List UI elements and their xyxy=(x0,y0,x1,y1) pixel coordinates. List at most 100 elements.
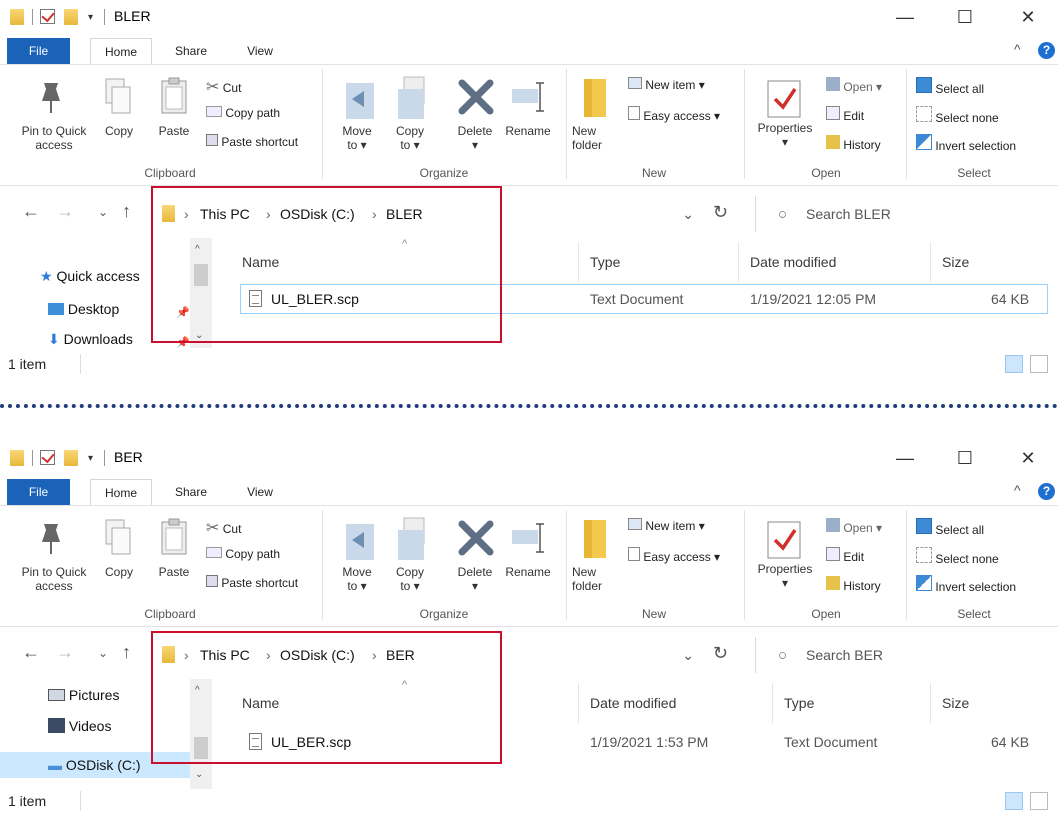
properties-quick-icon[interactable] xyxy=(40,450,55,465)
help-icon[interactable]: ? xyxy=(1038,483,1055,500)
select-all-button[interactable]: Select all xyxy=(916,77,984,96)
recent-chevron-icon[interactable]: ⌄ xyxy=(98,646,108,660)
new-item-icon xyxy=(628,77,642,89)
tab-file[interactable]: File xyxy=(7,479,70,505)
refresh-icon[interactable]: ↻ xyxy=(713,643,728,664)
rename-button[interactable]: Rename xyxy=(500,565,556,579)
maximize-button[interactable]: ☐ xyxy=(945,444,985,472)
delete-button[interactable]: Delete ▾ xyxy=(449,565,501,593)
invert-selection-label: Invert selection xyxy=(935,139,1017,153)
select-none-button[interactable]: Select none xyxy=(916,547,999,566)
collapse-ribbon-icon[interactable]: ^ xyxy=(1014,482,1021,498)
easy-access-button[interactable]: Easy access ▾ xyxy=(628,106,720,123)
invert-selection-label: Invert selection xyxy=(935,580,1017,594)
recent-chevron-icon[interactable]: ⌄ xyxy=(98,205,108,219)
divider xyxy=(744,69,745,179)
customize-quick-access-icon[interactable]: ▾ xyxy=(88,12,93,23)
move-to-button[interactable]: Move to ▾ xyxy=(336,124,378,152)
tab-view[interactable]: View xyxy=(232,38,288,65)
up-arrow-icon[interactable]: ↑ xyxy=(122,201,131,222)
nav-item-videos[interactable]: Videos xyxy=(48,718,111,744)
pin-to-quick-access-button[interactable]: Pin to Quick access xyxy=(14,565,94,593)
forward-arrow-icon[interactable]: → xyxy=(56,642,74,663)
paste-shortcut-button[interactable]: Paste shortcut xyxy=(206,134,298,149)
maximize-button[interactable]: ☐ xyxy=(945,3,985,31)
cut-button[interactable]: ✂ Cut xyxy=(206,77,241,97)
column-header-date-modified[interactable]: Date modified xyxy=(750,242,836,282)
search-box[interactable]: ○ Search BER xyxy=(755,637,1055,673)
tab-home[interactable]: Home xyxy=(90,479,152,506)
rename-button[interactable]: Rename xyxy=(500,124,556,138)
minimize-button[interactable]: — xyxy=(885,3,925,31)
customize-quick-access-icon[interactable]: ▾ xyxy=(88,453,93,464)
nav-item-desktop[interactable]: Desktop xyxy=(48,301,119,327)
delete-button[interactable]: Delete ▾ xyxy=(449,124,501,152)
invert-selection-button[interactable]: Invert selection xyxy=(916,575,1016,594)
details-view-icon[interactable] xyxy=(1005,355,1023,373)
address-dropdown-icon[interactable]: ⌄ xyxy=(682,647,694,664)
nav-item-downloads[interactable]: ⬇ Downloads xyxy=(48,331,133,348)
copy-button[interactable]: Copy xyxy=(98,565,140,579)
column-header-type[interactable]: Type xyxy=(784,683,814,723)
up-arrow-icon[interactable]: ↑ xyxy=(122,642,131,663)
copy-button[interactable]: Copy xyxy=(98,124,140,138)
properties-quick-icon[interactable] xyxy=(40,9,55,24)
forward-arrow-icon[interactable]: → xyxy=(56,201,74,222)
select-all-button[interactable]: Select all xyxy=(916,518,984,537)
history-button[interactable]: History xyxy=(826,576,881,593)
nav-item-label: OSDisk (C:) xyxy=(65,757,141,773)
new-folder-quick-icon[interactable] xyxy=(64,450,78,466)
paste-button[interactable]: Paste xyxy=(152,565,196,579)
properties-button[interactable]: Properties ▾ xyxy=(750,562,820,590)
history-button[interactable]: History xyxy=(826,135,881,152)
column-header-date-modified[interactable]: Date modified xyxy=(590,683,676,723)
move-to-button[interactable]: Move to ▾ xyxy=(336,565,378,593)
new-item-button[interactable]: New item ▾ xyxy=(628,77,705,92)
group-new-label: New xyxy=(641,166,666,180)
new-folder-button[interactable]: New folder xyxy=(572,565,616,593)
details-view-icon[interactable] xyxy=(1005,792,1023,810)
tab-file[interactable]: File xyxy=(7,38,70,64)
close-button[interactable]: ✕ xyxy=(1008,3,1048,31)
collapse-ribbon-icon[interactable]: ^ xyxy=(1014,41,1021,57)
tab-view[interactable]: View xyxy=(232,479,288,506)
cut-button[interactable]: ✂ Cut xyxy=(206,518,241,538)
new-folder-button[interactable]: New folder xyxy=(572,124,616,152)
back-arrow-icon[interactable]: ← xyxy=(22,642,40,663)
copy-to-button[interactable]: Copy to ▾ xyxy=(390,124,430,152)
minimize-button[interactable]: — xyxy=(885,444,925,472)
open-button[interactable]: Open ▾ xyxy=(826,77,882,94)
open-button[interactable]: Open ▾ xyxy=(826,518,882,535)
scroll-down-icon[interactable]: ⌄ xyxy=(195,769,203,780)
invert-selection-button[interactable]: Invert selection xyxy=(916,134,1016,153)
copy-path-button[interactable]: Copy path xyxy=(206,106,280,120)
tab-home[interactable]: Home xyxy=(90,38,152,65)
refresh-icon[interactable]: ↻ xyxy=(713,202,728,223)
edit-button[interactable]: Edit xyxy=(826,547,864,564)
copy-to-button[interactable]: Copy to ▾ xyxy=(390,565,430,593)
close-button[interactable]: ✕ xyxy=(1008,444,1048,472)
column-header-type[interactable]: Type xyxy=(590,242,620,282)
search-box[interactable]: ○ Search BLER xyxy=(755,196,1055,232)
help-icon[interactable]: ? xyxy=(1038,42,1055,59)
pin-to-quick-access-button[interactable]: Pin to Quick access xyxy=(14,124,94,152)
nav-item-quick-access[interactable]: ★ Quick access xyxy=(40,268,140,294)
large-icons-view-icon[interactable] xyxy=(1030,792,1048,810)
back-arrow-icon[interactable]: ← xyxy=(22,201,40,222)
easy-access-button[interactable]: Easy access ▾ xyxy=(628,547,720,564)
tab-share[interactable]: Share xyxy=(163,38,219,65)
large-icons-view-icon[interactable] xyxy=(1030,355,1048,373)
new-item-button[interactable]: New item ▾ xyxy=(628,518,705,533)
address-dropdown-icon[interactable]: ⌄ xyxy=(682,206,694,223)
column-header-size[interactable]: Size xyxy=(942,242,969,282)
properties-button[interactable]: Properties ▾ xyxy=(750,121,820,149)
edit-button[interactable]: Edit xyxy=(826,106,864,123)
new-folder-quick-icon[interactable] xyxy=(64,9,78,25)
paste-shortcut-button[interactable]: Paste shortcut xyxy=(206,575,298,590)
column-header-size[interactable]: Size xyxy=(942,683,969,723)
paste-button[interactable]: Paste xyxy=(152,124,196,138)
tab-share[interactable]: Share xyxy=(163,479,219,506)
nav-item-pictures[interactable]: Pictures xyxy=(48,687,119,713)
copy-path-button[interactable]: Copy path xyxy=(206,547,280,561)
select-none-button[interactable]: Select none xyxy=(916,106,999,125)
